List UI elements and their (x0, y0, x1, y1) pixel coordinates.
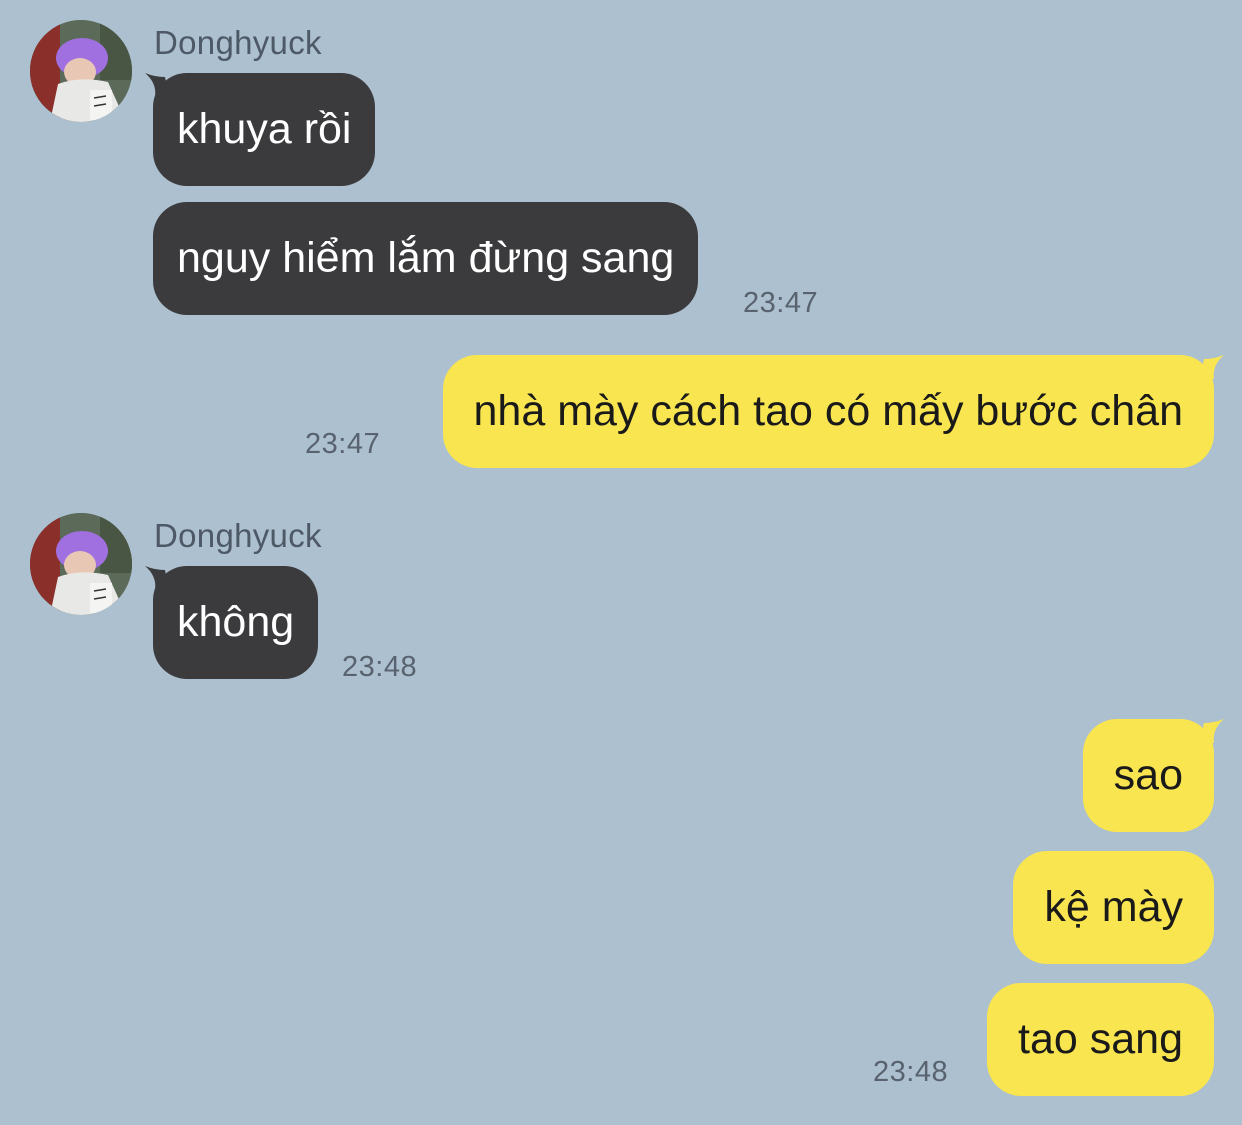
message-timestamp: 23:48 (342, 651, 418, 683)
contact-avatar[interactable] (30, 513, 132, 615)
contact-avatar[interactable] (30, 20, 132, 122)
sender-name: Donghyuck (154, 24, 322, 61)
avatar-photo-icon (30, 513, 132, 615)
sender-name: Donghyuck (154, 517, 322, 554)
outgoing-message-bubble[interactable]: tao sang (987, 983, 1214, 1096)
outgoing-message-bubble[interactable]: sao (1082, 719, 1214, 832)
message-timestamp: 23:48 (873, 1056, 949, 1088)
outgoing-message-bubble[interactable]: kệ mày (1013, 851, 1214, 964)
outgoing-message-bubble[interactable]: nhà mày cách tao có mấy bước chân (442, 355, 1214, 468)
avatar-photo-icon (30, 20, 132, 122)
incoming-message-bubble[interactable]: nguy hiểm lắm đừng sang (153, 202, 699, 315)
message-timestamp: 23:47 (305, 428, 381, 460)
message-timestamp: 23:47 (743, 287, 819, 319)
incoming-message-bubble[interactable]: không (153, 566, 319, 679)
incoming-message-bubble[interactable]: khuya rồi (153, 73, 376, 186)
